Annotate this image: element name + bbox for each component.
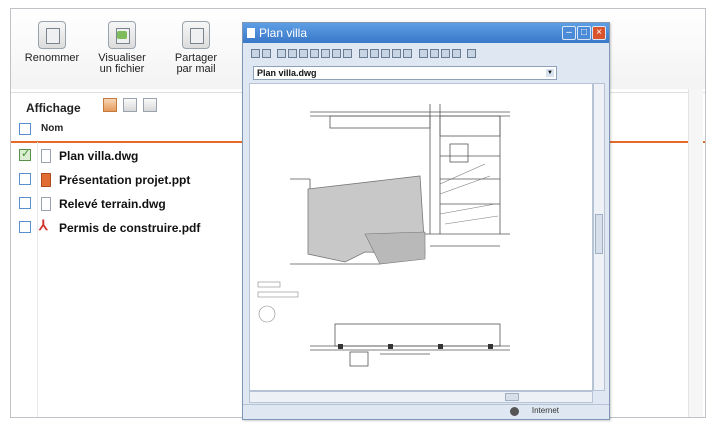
- chevron-down-icon[interactable]: ▼: [546, 69, 554, 77]
- pan-icon[interactable]: [332, 49, 341, 58]
- view-file-label: Visualiser un fichier: [98, 52, 146, 75]
- floor-plan-drawing: [257, 104, 510, 367]
- list-scrollbar[interactable]: [688, 89, 703, 417]
- file-checkbox[interactable]: [19, 221, 31, 233]
- view-list-icon[interactable]: [123, 98, 137, 112]
- zoom-window-icon[interactable]: [310, 49, 319, 58]
- zoom-in-icon[interactable]: [288, 49, 297, 58]
- file-name[interactable]: Plan villa.dwg: [59, 149, 138, 163]
- viewer-window: Plan villa – □ × Plan villa.dwg ▼ Intern…: [242, 22, 610, 420]
- file-checkbox[interactable]: [19, 147, 31, 161]
- file-select-value: Plan villa.dwg: [257, 68, 317, 78]
- prev-page-icon[interactable]: [430, 49, 439, 58]
- first-page-icon[interactable]: [419, 49, 428, 58]
- file-name[interactable]: Permis de construire.pdf: [59, 221, 200, 235]
- file-checkbox[interactable]: [19, 197, 31, 209]
- name-column-header[interactable]: Nom: [41, 123, 63, 134]
- viewer-title: Plan villa: [259, 26, 308, 40]
- measure-icon[interactable]: [403, 49, 412, 58]
- rename-button[interactable]: Renommer: [17, 21, 87, 64]
- grid-icon[interactable]: [392, 49, 401, 58]
- zoom-extents-icon[interactable]: [321, 49, 330, 58]
- view-details-icon[interactable]: [143, 98, 157, 112]
- viewer-titlebar[interactable]: Plan villa – □ ×: [243, 23, 609, 43]
- file-name[interactable]: Relevé terrain.dwg: [59, 197, 166, 211]
- share-mail-icon: [182, 21, 210, 49]
- viewer-vertical-scrollbar[interactable]: [593, 83, 605, 391]
- last-page-icon[interactable]: [452, 49, 461, 58]
- drawing-canvas[interactable]: [249, 83, 593, 391]
- next-page-icon[interactable]: [441, 49, 450, 58]
- viewer-toolbar: [247, 47, 607, 63]
- rename-label: Renommer: [24, 52, 80, 64]
- print-icon[interactable]: [277, 49, 286, 58]
- minimize-button[interactable]: –: [562, 26, 576, 40]
- globe-icon: [510, 407, 519, 416]
- zoom-out-icon[interactable]: [299, 49, 308, 58]
- view-label: Affichage: [26, 101, 81, 115]
- view-file-button[interactable]: Visualiser un fichier: [87, 21, 157, 75]
- dwg-file-icon: [41, 197, 51, 211]
- security-zone: Internet: [531, 406, 559, 415]
- fit-icon[interactable]: [343, 49, 352, 58]
- open-icon[interactable]: [262, 49, 271, 58]
- share-mail-button[interactable]: Partager par mail: [161, 21, 231, 75]
- rotate-icon[interactable]: [370, 49, 379, 58]
- viewer-horizontal-scroll-thumb[interactable]: [505, 393, 519, 401]
- view-thumbnails-icon[interactable]: [103, 98, 117, 112]
- close-button[interactable]: ×: [592, 26, 606, 40]
- save-icon[interactable]: [251, 49, 260, 58]
- color-icon[interactable]: [381, 49, 390, 58]
- view-file-icon: [108, 21, 136, 49]
- file-name[interactable]: Présentation projet.ppt: [59, 173, 190, 187]
- pdf-file-icon: ⅄: [39, 217, 48, 233]
- select-all-checkbox[interactable]: [19, 123, 31, 135]
- dwg-file-icon: [41, 149, 51, 163]
- file-checkbox[interactable]: [19, 173, 31, 185]
- maximize-button[interactable]: □: [577, 26, 591, 40]
- viewer-vertical-scroll-thumb[interactable]: [595, 214, 603, 254]
- share-mail-label: Partager par mail: [174, 52, 218, 75]
- viewer-statusbar: Internet: [243, 404, 609, 419]
- app-icon: [247, 28, 255, 38]
- viewer-horizontal-scrollbar[interactable]: [249, 391, 593, 403]
- rename-icon: [38, 21, 66, 49]
- ppt-file-icon: [41, 173, 51, 187]
- file-select[interactable]: Plan villa.dwg ▼: [253, 66, 557, 80]
- help-icon[interactable]: [467, 49, 476, 58]
- layers-icon[interactable]: [359, 49, 368, 58]
